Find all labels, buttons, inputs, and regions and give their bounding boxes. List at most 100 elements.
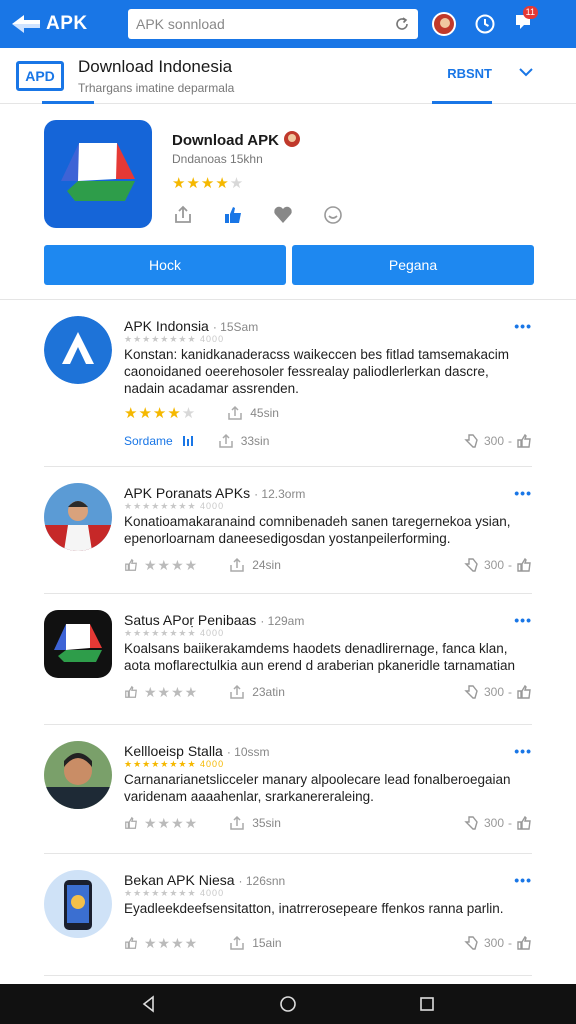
share-icon[interactable] <box>228 814 246 832</box>
app-name: Download APK <box>172 130 301 149</box>
reviewer-name: Kellloeisp Stalla · 10ssm <box>124 743 270 759</box>
review-text: Eyadleekdeefsensitatton, inatrrerosepear… <box>124 901 504 916</box>
review-item: APK Indonsia · 15Sam ••• ★★★★★★★★ 4000 Ko… <box>44 300 532 467</box>
thumbs-up-icon[interactable] <box>124 936 138 950</box>
user-avatar[interactable] <box>432 12 456 36</box>
section-logo: APD <box>16 60 64 91</box>
reviewer-avatar[interactable] <box>44 610 112 678</box>
review-rating-stars: ★★★★ <box>144 556 199 573</box>
vote-control[interactable]: 300 - <box>464 557 532 573</box>
share-count: 33sin <box>240 434 270 448</box>
review-item: APK Poranats APKs · 12.3orm ••• ★★★★★★★★ … <box>44 467 532 594</box>
refresh-icon[interactable] <box>394 16 410 32</box>
back-icon[interactable] <box>140 995 158 1013</box>
review-item: Satus APoṛ Penibaas · 129am ••• ★★★★★★★★ … <box>44 594 532 725</box>
share-icon[interactable] <box>172 204 194 226</box>
person-photo-icon <box>44 483 112 551</box>
more-options-icon[interactable]: ••• <box>514 743 532 759</box>
bar-chart-icon <box>182 436 193 446</box>
notifications-button[interactable]: 11 <box>514 5 538 37</box>
vote-control[interactable]: 300 - <box>464 815 532 831</box>
heart-icon[interactable] <box>272 204 294 226</box>
share-icon[interactable] <box>228 556 246 574</box>
reviewer-name: APK Indonsia · 15Sam <box>124 318 259 334</box>
home-icon[interactable] <box>279 995 297 1013</box>
system-nav-bar <box>0 984 576 1024</box>
apk-logo[interactable]: APK <box>10 13 128 35</box>
reviewer-name: APK Poranats APKs · 12.3orm <box>124 485 306 501</box>
review-text: Konstan: kanidkanaderacss waikeccen bes … <box>124 347 509 396</box>
app-rating-stars: ★★★★★ <box>172 175 245 192</box>
thumbs-up-icon <box>517 935 531 950</box>
thumbs-up-icon <box>517 684 531 699</box>
more-options-icon[interactable]: ••• <box>514 318 532 334</box>
app-icon[interactable] <box>44 120 152 228</box>
chevron-down-icon[interactable] <box>518 64 534 80</box>
review-meta: ★★★★★★★★ 4000 <box>124 501 225 511</box>
review-rating-stars: ★★★★ <box>144 814 199 831</box>
developer-avatar-icon <box>284 131 301 147</box>
reviews-list: APK Indonsia · 15Sam ••• ★★★★★★★★ 4000 Ko… <box>0 300 576 976</box>
a-logo-icon <box>44 316 112 384</box>
reviewer-avatar[interactable] <box>44 483 112 551</box>
more-options-icon[interactable]: ••• <box>514 485 532 501</box>
vote-control[interactable]: 300 - <box>464 684 532 700</box>
search-input[interactable] <box>136 16 394 32</box>
top-app-bar: APK 11 <box>0 0 576 48</box>
notification-badge: 11 <box>522 5 538 19</box>
drive-logo-icon <box>44 610 112 678</box>
thumbs-down-icon <box>464 936 478 950</box>
app-card: Download APK Dndanoas 15khn ★★★★★ Hock P… <box>0 104 576 300</box>
phone-photo-icon <box>44 870 112 938</box>
share-icon[interactable] <box>228 934 246 952</box>
thumbs-down-icon <box>464 685 478 699</box>
share-count: 45sin <box>250 406 279 420</box>
thumbs-up-icon[interactable] <box>124 685 138 699</box>
person-photo-icon <box>44 741 112 809</box>
share-icon[interactable] <box>217 432 235 450</box>
drive-logo-icon <box>61 143 135 201</box>
section-subtitle: Trhargans imatine deparmala <box>78 80 235 95</box>
share-count: 23atin <box>252 685 285 699</box>
hock-button[interactable]: Hock <box>44 245 286 285</box>
more-options-icon[interactable]: ••• <box>514 872 532 888</box>
thumbs-up-icon[interactable] <box>124 558 138 572</box>
recents-icon[interactable] <box>418 995 436 1013</box>
vote-control[interactable]: 300 - <box>464 433 532 449</box>
app-size: Dndanoas 15khn <box>172 152 263 166</box>
review-meta: ★★★★★★★★ 4000 <box>124 888 225 898</box>
share-count: 15ain <box>252 936 282 950</box>
clock-icon[interactable] <box>474 13 496 35</box>
review-rating-stars: ★★★★ <box>144 934 199 951</box>
more-options-icon[interactable]: ••• <box>514 612 532 628</box>
thumbs-down-icon <box>464 434 478 448</box>
review-text: Konatioamakaranaind comnibenadeh sanen t… <box>124 514 511 546</box>
thumbs-up-icon <box>517 557 531 572</box>
apk-logo-text: APK <box>46 13 88 34</box>
reviewer-name: Bekan APK Niesa · 126snn <box>124 872 286 888</box>
thumbs-up-icon[interactable] <box>124 816 138 830</box>
review-rating-stars: ★★★★ <box>144 683 199 700</box>
sordame-link[interactable]: Sordame <box>124 434 173 448</box>
review-text: Koalsans baiikerakamdems haodets denadli… <box>124 641 515 673</box>
thumbs-up-icon <box>517 815 531 830</box>
reviewer-avatar[interactable] <box>44 316 112 384</box>
share-icon[interactable] <box>228 683 246 701</box>
reviewer-avatar[interactable] <box>44 741 112 809</box>
thumbs-up-icon <box>517 433 531 448</box>
section-header: APD Download Indonesia Trhargans imatine… <box>0 48 576 104</box>
smiley-icon[interactable] <box>322 204 344 226</box>
share-count: 35sin <box>252 816 281 830</box>
section-title: Download Indonesia <box>78 56 233 76</box>
reset-tab[interactable]: RBSNT <box>447 66 492 81</box>
review-item: Bekan APK Niesa · 126snn ••• ★★★★★★★★ 400… <box>44 854 532 976</box>
reviewer-name: Satus APoṛ Penibaas · 129am <box>124 612 305 628</box>
pegana-button[interactable]: Pegana <box>292 245 534 285</box>
vote-control[interactable]: 300 - <box>464 935 532 951</box>
search-box[interactable] <box>128 9 418 39</box>
thumbs-down-icon <box>464 816 478 830</box>
reviewer-avatar[interactable] <box>44 870 112 938</box>
thumbs-up-icon[interactable] <box>222 204 244 226</box>
review-meta: ★★★★★★★★ 4000 <box>124 334 225 344</box>
share-icon[interactable] <box>226 404 244 422</box>
